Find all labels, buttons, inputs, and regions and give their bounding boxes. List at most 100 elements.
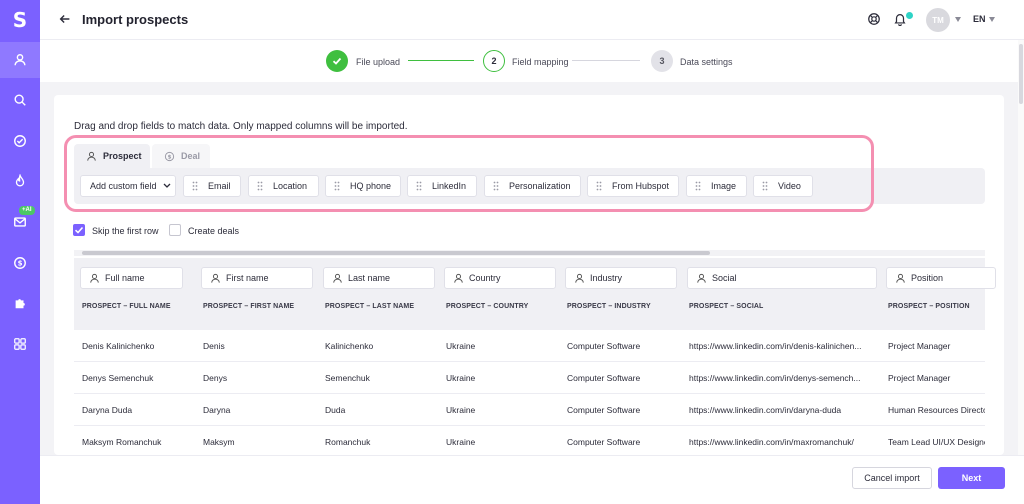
column-mapping-label: Last name: [348, 273, 391, 283]
sidebar-item-integrations[interactable]: [0, 285, 40, 321]
table-cell: Denys Semenchuk: [82, 373, 154, 383]
table-cell: Denis Kalinichenko: [82, 341, 155, 351]
horizontal-scrollbar[interactable]: [74, 250, 985, 256]
column-mapping-select[interactable]: Country: [444, 267, 556, 289]
table-row: Denys Semenchuk Denys Semenchuk Ukraine …: [74, 362, 985, 394]
mapping-card: Drag and drop fields to match data. Only…: [54, 95, 1004, 455]
app-logo[interactable]: S: [8, 8, 32, 32]
table-cell: Daryna: [203, 405, 231, 415]
grid-icon: [14, 338, 26, 350]
person-icon: [575, 273, 584, 283]
table-cell: Project Manager: [888, 373, 951, 383]
page-scrollbar[interactable]: [1018, 40, 1024, 455]
table-cell: Computer Software: [567, 373, 641, 383]
flame-icon: [15, 174, 25, 187]
step-connector: [572, 60, 640, 61]
chevron-down-icon[interactable]: [955, 17, 961, 22]
skip-first-row-checkbox[interactable]: [73, 224, 85, 236]
table-cell: Ukraine: [446, 437, 476, 447]
table-cell: Ukraine: [446, 341, 476, 351]
table-cell: https://www.linkedin.com/in/maxromanchuk…: [689, 437, 854, 447]
back-arrow-icon[interactable]: [58, 12, 72, 26]
ai-badge: +AI: [19, 206, 35, 215]
table-cell: Denis: [203, 341, 225, 351]
cancel-import-button[interactable]: Cancel import: [852, 467, 932, 489]
person-icon: [697, 273, 706, 283]
bell-icon[interactable]: [893, 12, 907, 26]
column-mapping-select[interactable]: First name: [201, 267, 313, 289]
highlight-outline: [64, 135, 874, 212]
table-cell: Semenchuk: [325, 373, 370, 383]
step-connector: [408, 60, 474, 61]
table-row: Daryna Duda Daryna Duda Ukraine Computer…: [74, 394, 985, 426]
table-cell: Maksym: [203, 437, 235, 447]
table-cell: https://www.linkedin.com/in/denys-semenc…: [689, 373, 861, 383]
column-mapping-label: First name: [226, 273, 269, 283]
column-mapping-label: Country: [469, 273, 501, 283]
person-icon: [14, 54, 26, 66]
check-circle-icon: [14, 135, 26, 147]
table-cell: Ukraine: [446, 405, 476, 415]
column-header: PROSPECT – FIRST NAME: [203, 303, 295, 310]
table-header: Full name First name Last name Country I…: [74, 258, 996, 330]
table-cell: Computer Software: [567, 405, 641, 415]
table-cell: Human Resources Directo: [888, 405, 985, 415]
sidebar-item-search[interactable]: [0, 82, 40, 118]
create-deals-checkbox[interactable]: [169, 224, 181, 236]
page-title: Import prospects: [82, 12, 189, 27]
table-cell: https://www.linkedin.com/in/denis-kalini…: [689, 341, 862, 351]
column-header: PROSPECT – POSITION: [888, 303, 970, 310]
step-2-active: 2: [483, 50, 505, 72]
column-header: PROSPECT – LAST NAME: [325, 303, 415, 310]
skip-first-row-label: Skip the first row: [92, 226, 159, 236]
create-deals-label: Create deals: [188, 226, 240, 236]
column-mapping-select[interactable]: Full name: [80, 267, 183, 289]
scrollbar-thumb[interactable]: [1019, 44, 1023, 104]
sidebar-item-prospects[interactable]: [0, 42, 40, 78]
table-cell: Computer Software: [567, 341, 641, 351]
table-cell: https://www.linkedin.com/in/daryna-duda: [689, 405, 842, 415]
column-mapping-select[interactable]: Industry: [565, 267, 677, 289]
help-lifebuoy-icon[interactable]: [867, 12, 881, 26]
avatar[interactable]: TM: [926, 8, 950, 32]
person-icon: [454, 273, 463, 283]
dollar-icon: $: [14, 257, 26, 269]
column-mapping-label: Industry: [590, 273, 623, 283]
notification-dot: [906, 12, 913, 19]
mail-icon: [14, 217, 26, 227]
import-stepper: File upload 2 Field mapping 3 Data setti…: [40, 40, 1024, 82]
column-mapping-label: Social: [712, 273, 737, 283]
step-3-pending: 3: [651, 50, 673, 72]
scrollbar-thumb[interactable]: [82, 251, 710, 255]
column-mapping-select[interactable]: Position: [886, 267, 996, 289]
sidebar-item-apps[interactable]: [0, 326, 40, 362]
svg-text:$: $: [18, 260, 23, 268]
sidebar-item-hot[interactable]: [0, 163, 40, 199]
column-mapping-select[interactable]: Last name: [323, 267, 435, 289]
table-cell: Denys: [203, 373, 228, 383]
column-mapping-select[interactable]: Social: [687, 267, 877, 289]
table-cell: Maksym Romanchuk: [82, 437, 162, 447]
column-header: PROSPECT – FULL NAME: [82, 303, 171, 310]
table-row: Denis Kalinichenko Denis Kalinichenko Uk…: [74, 330, 985, 362]
table-cell: Ukraine: [446, 373, 476, 383]
table-cell: Project Manager: [888, 341, 951, 351]
check-icon: [74, 226, 84, 234]
footer-bar: Cancel import Next: [40, 455, 1024, 504]
sidebar: S +AI $: [0, 0, 40, 504]
table-cell: Daryna Duda: [82, 405, 133, 415]
search-icon: [14, 94, 26, 106]
mapping-instructions: Drag and drop fields to match data. Only…: [74, 121, 408, 132]
sidebar-item-tasks[interactable]: [0, 123, 40, 159]
next-button[interactable]: Next: [938, 467, 1005, 489]
top-header: Import prospects TM EN: [40, 0, 1024, 40]
sidebar-item-billing[interactable]: $: [0, 245, 40, 281]
person-icon: [333, 273, 342, 283]
table-cell: Kalinichenko: [325, 341, 374, 351]
step-label: Field mapping: [512, 57, 569, 67]
language-selector[interactable]: EN: [973, 14, 986, 24]
table-cell: Computer Software: [567, 437, 641, 447]
chevron-down-icon[interactable]: [989, 17, 995, 22]
puzzle-icon: [15, 299, 25, 309]
step-1-done: [326, 50, 348, 72]
